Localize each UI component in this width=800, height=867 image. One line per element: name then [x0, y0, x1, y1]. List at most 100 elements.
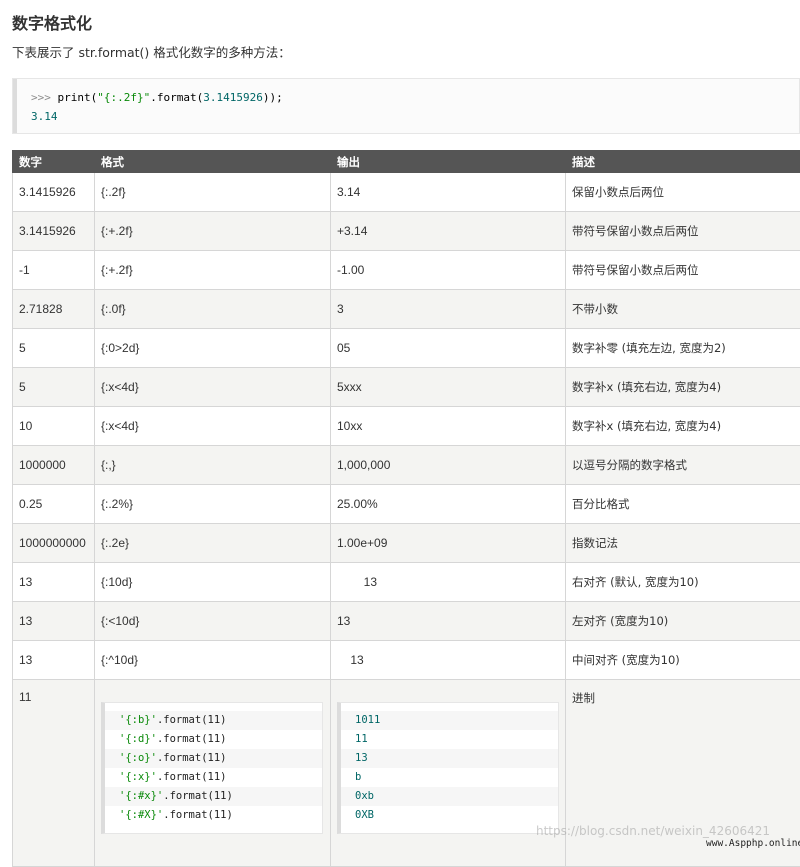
- cell-number: 5: [13, 368, 95, 407]
- code-string: '{:#x}': [119, 790, 163, 802]
- code-method: .format(11): [157, 733, 227, 745]
- radix-code-block: '{:b}'.format(11)'{:d}'.format(11)'{:o}'…: [101, 702, 323, 834]
- radix-output-block: 10111113b0xb0XB: [337, 702, 559, 834]
- cell-output: +3.14: [331, 212, 566, 251]
- code-prompt: >>>: [31, 91, 58, 104]
- cell-format: {:,}: [95, 446, 331, 485]
- output-line: 1011: [341, 711, 558, 730]
- cell-output: 1.00e+09: [331, 524, 566, 563]
- table-header-row: 数字格式输出描述: [13, 151, 800, 173]
- output-line: 13: [341, 749, 558, 768]
- column-header: 格式: [95, 151, 331, 173]
- watermark: https://blog.csdn.net/weixin_42606421: [536, 824, 770, 838]
- code-method: .format(: [150, 91, 203, 104]
- cell-output: 25.00%: [331, 485, 566, 524]
- cell-output: 13: [331, 641, 566, 680]
- cell-number: 0.25: [13, 485, 95, 524]
- output-line: 11: [341, 730, 558, 749]
- column-header: 输出: [331, 151, 566, 173]
- code-string: '{:x}': [119, 771, 157, 783]
- cell-description: 以逗号分隔的数字格式: [566, 446, 800, 485]
- output-line: b: [341, 768, 558, 787]
- intro-text: 下表展示了 str.format() 格式化数字的多种方法：: [12, 42, 291, 61]
- cell-output: 5xxx: [331, 368, 566, 407]
- cell-number: 5: [13, 329, 95, 368]
- table-body: 3.1415926{:.2f}3.14保留小数点后两位3.1415926{:+.…: [13, 173, 800, 867]
- table-row: 13{:<10d}13左对齐 (宽度为10): [13, 602, 800, 641]
- cell-output: 13: [331, 602, 566, 641]
- code-block-bar: [13, 79, 17, 133]
- code-method: .format(11): [157, 771, 227, 783]
- code-string: '{:d}': [119, 733, 157, 745]
- cell-format: {:10d}: [95, 563, 331, 602]
- table-row: 13{:^10d} 13中间对齐 (宽度为10): [13, 641, 800, 680]
- code-line-output: 3.14: [31, 110, 58, 123]
- cell-number: -1: [13, 251, 95, 290]
- code-method: .format(11): [157, 714, 227, 726]
- code-string: '{:b}': [119, 714, 157, 726]
- site-label: www.Aspphp.online: [706, 838, 800, 849]
- cell-description: 带符号保留小数点后两位: [566, 212, 800, 251]
- cell-format: {:<10d}: [95, 602, 331, 641]
- cell-number: 13: [13, 602, 95, 641]
- table-row: 10{:x<4d}10xx数字补x (填充右边, 宽度为4): [13, 407, 800, 446]
- table-row: 13{:10d} 13右对齐 (默认, 宽度为10): [13, 563, 800, 602]
- cell-description: 带符号保留小数点后两位: [566, 251, 800, 290]
- cell-output: -1.00: [331, 251, 566, 290]
- code-line-input: >>> print("{:.2f}".format(3.1415926));: [31, 91, 283, 104]
- cell-number: 3.1415926: [13, 212, 95, 251]
- code-string: '{:o}': [119, 752, 157, 764]
- code-line: '{:x}'.format(11): [105, 768, 322, 787]
- column-header: 描述: [566, 151, 800, 173]
- cell-number: 3.1415926: [13, 173, 95, 212]
- code-line: '{:o}'.format(11): [105, 749, 322, 768]
- table-row: 5{:x<4d}5xxx数字补x (填充右边, 宽度为4): [13, 368, 800, 407]
- cell-format: '{:b}'.format(11)'{:d}'.format(11)'{:o}'…: [95, 680, 331, 867]
- table-row: 5{:0>2d}05数字补零 (填充左边, 宽度为2): [13, 329, 800, 368]
- cell-number: 13: [13, 641, 95, 680]
- code-method: .format(11): [157, 752, 227, 764]
- cell-number: 2.71828: [13, 290, 95, 329]
- cell-format: {:.0f}: [95, 290, 331, 329]
- cell-output: 05: [331, 329, 566, 368]
- cell-format: {:+.2f}: [95, 212, 331, 251]
- output-line: 0xb: [341, 787, 558, 806]
- output-line: 0XB: [341, 806, 558, 825]
- table-row: 1000000000{:.2e}1.00e+09指数记法: [13, 524, 800, 563]
- code-string: '{:#X}': [119, 809, 163, 821]
- code-end: ));: [263, 91, 283, 104]
- table-row: 0.25{:.2%}25.00%百分比格式: [13, 485, 800, 524]
- cell-format: {:.2%}: [95, 485, 331, 524]
- cell-number: 13: [13, 563, 95, 602]
- cell-description: 数字补x (填充右边, 宽度为4): [566, 368, 800, 407]
- code-method: .format(11): [163, 809, 233, 821]
- cell-output: 13: [331, 563, 566, 602]
- cell-description: 数字补零 (填充左边, 宽度为2): [566, 329, 800, 368]
- cell-format: {:x<4d}: [95, 407, 331, 446]
- code-line: '{:#X}'.format(11): [105, 806, 322, 825]
- cell-description: 指数记法: [566, 524, 800, 563]
- cell-number: 11: [13, 680, 95, 867]
- table-row: 3.1415926{:.2f}3.14保留小数点后两位: [13, 173, 800, 212]
- format-table: 数字格式输出描述 3.1415926{:.2f}3.14保留小数点后两位3.14…: [12, 150, 800, 867]
- code-line: '{:b}'.format(11): [105, 711, 322, 730]
- column-header: 数字: [13, 151, 95, 173]
- table-row-radix: 11'{:b}'.format(11)'{:d}'.format(11)'{:o…: [13, 680, 800, 867]
- cell-description: 右对齐 (默认, 宽度为10): [566, 563, 800, 602]
- table-row: 2.71828{:.0f}3不带小数: [13, 290, 800, 329]
- cell-description: 保留小数点后两位: [566, 173, 800, 212]
- cell-format: {:^10d}: [95, 641, 331, 680]
- code-number: 3.1415926: [203, 91, 263, 104]
- cell-output: 10111113b0xb0XB: [331, 680, 566, 867]
- cell-output: 3: [331, 290, 566, 329]
- cell-output: 1,000,000: [331, 446, 566, 485]
- cell-format: {:.2f}: [95, 173, 331, 212]
- page-title: 数字格式化: [12, 10, 92, 34]
- cell-number: 1000000000: [13, 524, 95, 563]
- code-func: print(: [58, 91, 98, 104]
- cell-description: 中间对齐 (宽度为10): [566, 641, 800, 680]
- code-string: "{:.2f}": [97, 91, 150, 104]
- cell-description: 不带小数: [566, 290, 800, 329]
- code-line: '{:d}'.format(11): [105, 730, 322, 749]
- example-code-block: >>> print("{:.2f}".format(3.1415926)); 3…: [12, 78, 800, 134]
